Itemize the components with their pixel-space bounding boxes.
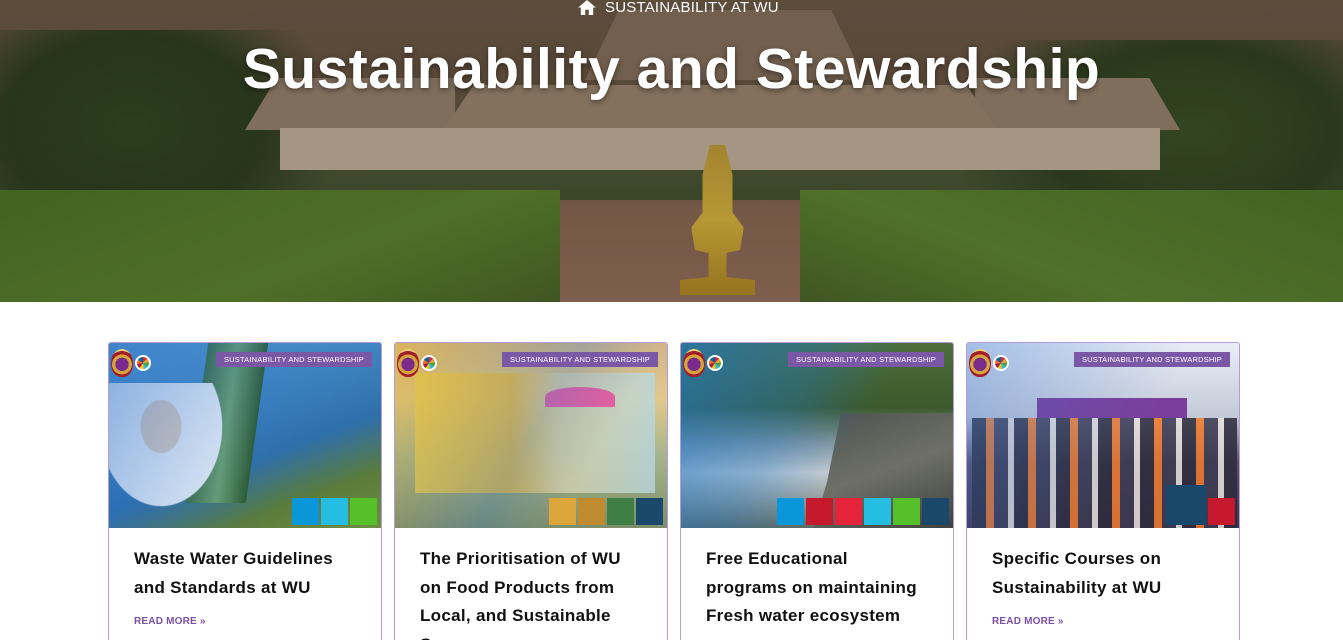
card-body: Specific Courses on Sustainability at WU… — [967, 528, 1239, 627]
card-food-products[interactable]: SUSTAINABILITY AND STEWARDSHIP The Prior… — [394, 342, 668, 640]
read-more-link[interactable]: READ MORE » — [992, 616, 1214, 627]
card-image[interactable]: SUSTAINABILITY AND STEWARDSHIP — [395, 343, 667, 528]
university-logo-icon — [683, 349, 705, 377]
sdg-14-icon — [777, 498, 804, 525]
category-badge[interactable]: SUSTAINABILITY AND STEWARDSHIP — [215, 352, 372, 367]
sdg-4-icon — [806, 498, 833, 525]
sdg-13-icon — [607, 498, 634, 525]
card-fresh-water[interactable]: SUSTAINABILITY AND STEWARDSHIP Free Educ… — [680, 342, 954, 640]
category-badge[interactable]: SUSTAINABILITY AND STEWARDSHIP — [787, 352, 944, 367]
card-body: Waste Water Guidelines and Standards at … — [109, 528, 381, 627]
sdg-14-icon — [292, 498, 319, 525]
sdg-wheel-icon — [135, 355, 151, 371]
home-icon[interactable] — [578, 0, 596, 15]
sdg-wheel-icon — [707, 355, 723, 371]
sdg-icons — [292, 498, 377, 525]
breadcrumb-label[interactable]: SUSTAINABILITY AT WU — [605, 0, 779, 16]
card-body: The Prioritisation of WU on Food Product… — [395, 528, 667, 640]
sdg-6-icon — [321, 498, 348, 525]
sdg-15-icon — [350, 498, 377, 525]
card-body: Free Educational programs on maintaining… — [681, 528, 953, 631]
card-image[interactable]: SUSTAINABILITY AND STEWARDSHIP — [681, 343, 953, 528]
sdg-wheel-icon — [421, 355, 437, 371]
university-logo-icon — [397, 349, 419, 377]
card-title[interactable]: Waste Water Guidelines and Standards at … — [134, 545, 356, 602]
read-more-link[interactable]: READ MORE » — [134, 616, 356, 627]
sdg-icons — [549, 498, 663, 525]
hero-banner: SUSTAINABILITY AT WU Sustainability and … — [0, 0, 1343, 302]
card-title[interactable]: Free Educational programs on maintaining… — [706, 545, 928, 631]
card-grid: SUSTAINABILITY AND STEWARDSHIP Waste Wat… — [108, 342, 1240, 640]
sdg-1-icon — [835, 498, 862, 525]
card-image[interactable]: SUSTAINABILITY AND STEWARDSHIP — [109, 343, 381, 528]
sdg-17-icon — [922, 498, 949, 525]
sdg-icons — [1166, 485, 1235, 525]
category-badge[interactable]: SUSTAINABILITY AND STEWARDSHIP — [1073, 352, 1230, 367]
sdg-17-icon — [636, 498, 663, 525]
sdg-icons — [777, 498, 949, 525]
card-title[interactable]: The Prioritisation of WU on Food Product… — [420, 545, 642, 640]
university-logo-icon — [111, 349, 133, 377]
university-logo-icon — [969, 349, 991, 377]
sdg-4-icon — [1208, 498, 1235, 525]
card-image[interactable]: SUSTAINABILITY AND STEWARDSHIP — [967, 343, 1239, 528]
card-waste-water[interactable]: SUSTAINABILITY AND STEWARDSHIP Waste Wat… — [108, 342, 382, 640]
category-badge[interactable]: SUSTAINABILITY AND STEWARDSHIP — [501, 352, 658, 367]
sdg-12-icon — [578, 498, 605, 525]
card-specific-courses[interactable]: SUSTAINABILITY AND STEWARDSHIP Specific … — [966, 342, 1240, 640]
card-title[interactable]: Specific Courses on Sustainability at WU — [992, 545, 1214, 602]
sdg-2-icon — [549, 498, 576, 525]
breadcrumb[interactable]: SUSTAINABILITY AT WU — [578, 0, 779, 16]
sdg-wheel-icon — [993, 355, 1009, 371]
sdg-17-icon — [1166, 485, 1206, 525]
sdg-6-icon — [864, 498, 891, 525]
page-title: Sustainability and Stewardship — [242, 37, 1101, 101]
sdg-15-icon — [893, 498, 920, 525]
